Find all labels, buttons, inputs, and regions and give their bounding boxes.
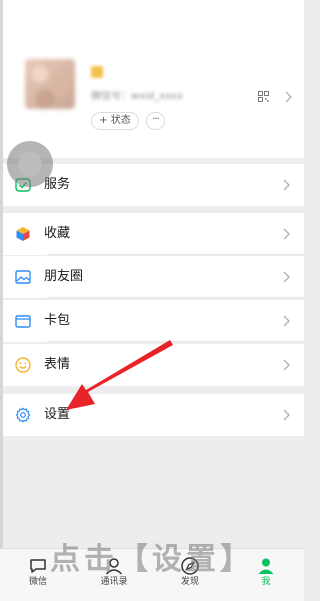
menu-label: 设置 bbox=[44, 407, 71, 422]
chevron-right-icon bbox=[283, 179, 291, 191]
chevron-right-icon[interactable] bbox=[285, 91, 293, 103]
menu-item-cards[interactable]: 卡包 bbox=[3, 300, 304, 342]
profile-header[interactable]: 微信号：wxid_xxxx + 状态 ··· bbox=[3, 0, 304, 158]
nickname bbox=[91, 66, 103, 78]
moments-image-icon bbox=[15, 269, 31, 285]
gear-icon bbox=[15, 407, 31, 423]
divider bbox=[47, 341, 304, 342]
qr-code-icon[interactable] bbox=[258, 91, 269, 102]
divider bbox=[47, 254, 304, 255]
chevron-right-icon bbox=[283, 409, 291, 421]
menu-label: 服务 bbox=[44, 177, 71, 192]
wechat-id: 微信号：wxid_xxxx bbox=[91, 91, 183, 102]
favorites-cube-icon bbox=[15, 226, 31, 242]
divider bbox=[47, 297, 304, 298]
tutorial-caption: 点击【设置】 bbox=[50, 542, 254, 577]
floating-ball-core bbox=[18, 152, 42, 176]
chevron-right-icon bbox=[283, 359, 291, 371]
menu-label: 收藏 bbox=[44, 226, 71, 241]
menu-label: 表情 bbox=[44, 357, 71, 372]
avatar[interactable] bbox=[25, 59, 75, 109]
menu-item-moments[interactable]: 朋友圈 bbox=[3, 256, 304, 298]
floating-assistive-ball[interactable] bbox=[7, 141, 53, 187]
menu-item-favorites[interactable]: 收藏 bbox=[3, 213, 304, 255]
chevron-right-icon bbox=[283, 228, 291, 240]
menu-label: 卡包 bbox=[44, 313, 71, 328]
chevron-right-icon bbox=[283, 315, 291, 327]
menu-item-stickers[interactable]: 表情 bbox=[3, 344, 304, 386]
menu-label: 朋友圈 bbox=[44, 269, 84, 284]
card-wallet-icon bbox=[15, 313, 31, 329]
more-button[interactable]: ··· bbox=[146, 112, 165, 130]
smiley-icon bbox=[15, 357, 31, 373]
status-button[interactable]: + 状态 bbox=[91, 112, 139, 130]
menu-item-settings[interactable]: 设置 bbox=[3, 394, 304, 436]
chevron-right-icon bbox=[283, 271, 291, 283]
